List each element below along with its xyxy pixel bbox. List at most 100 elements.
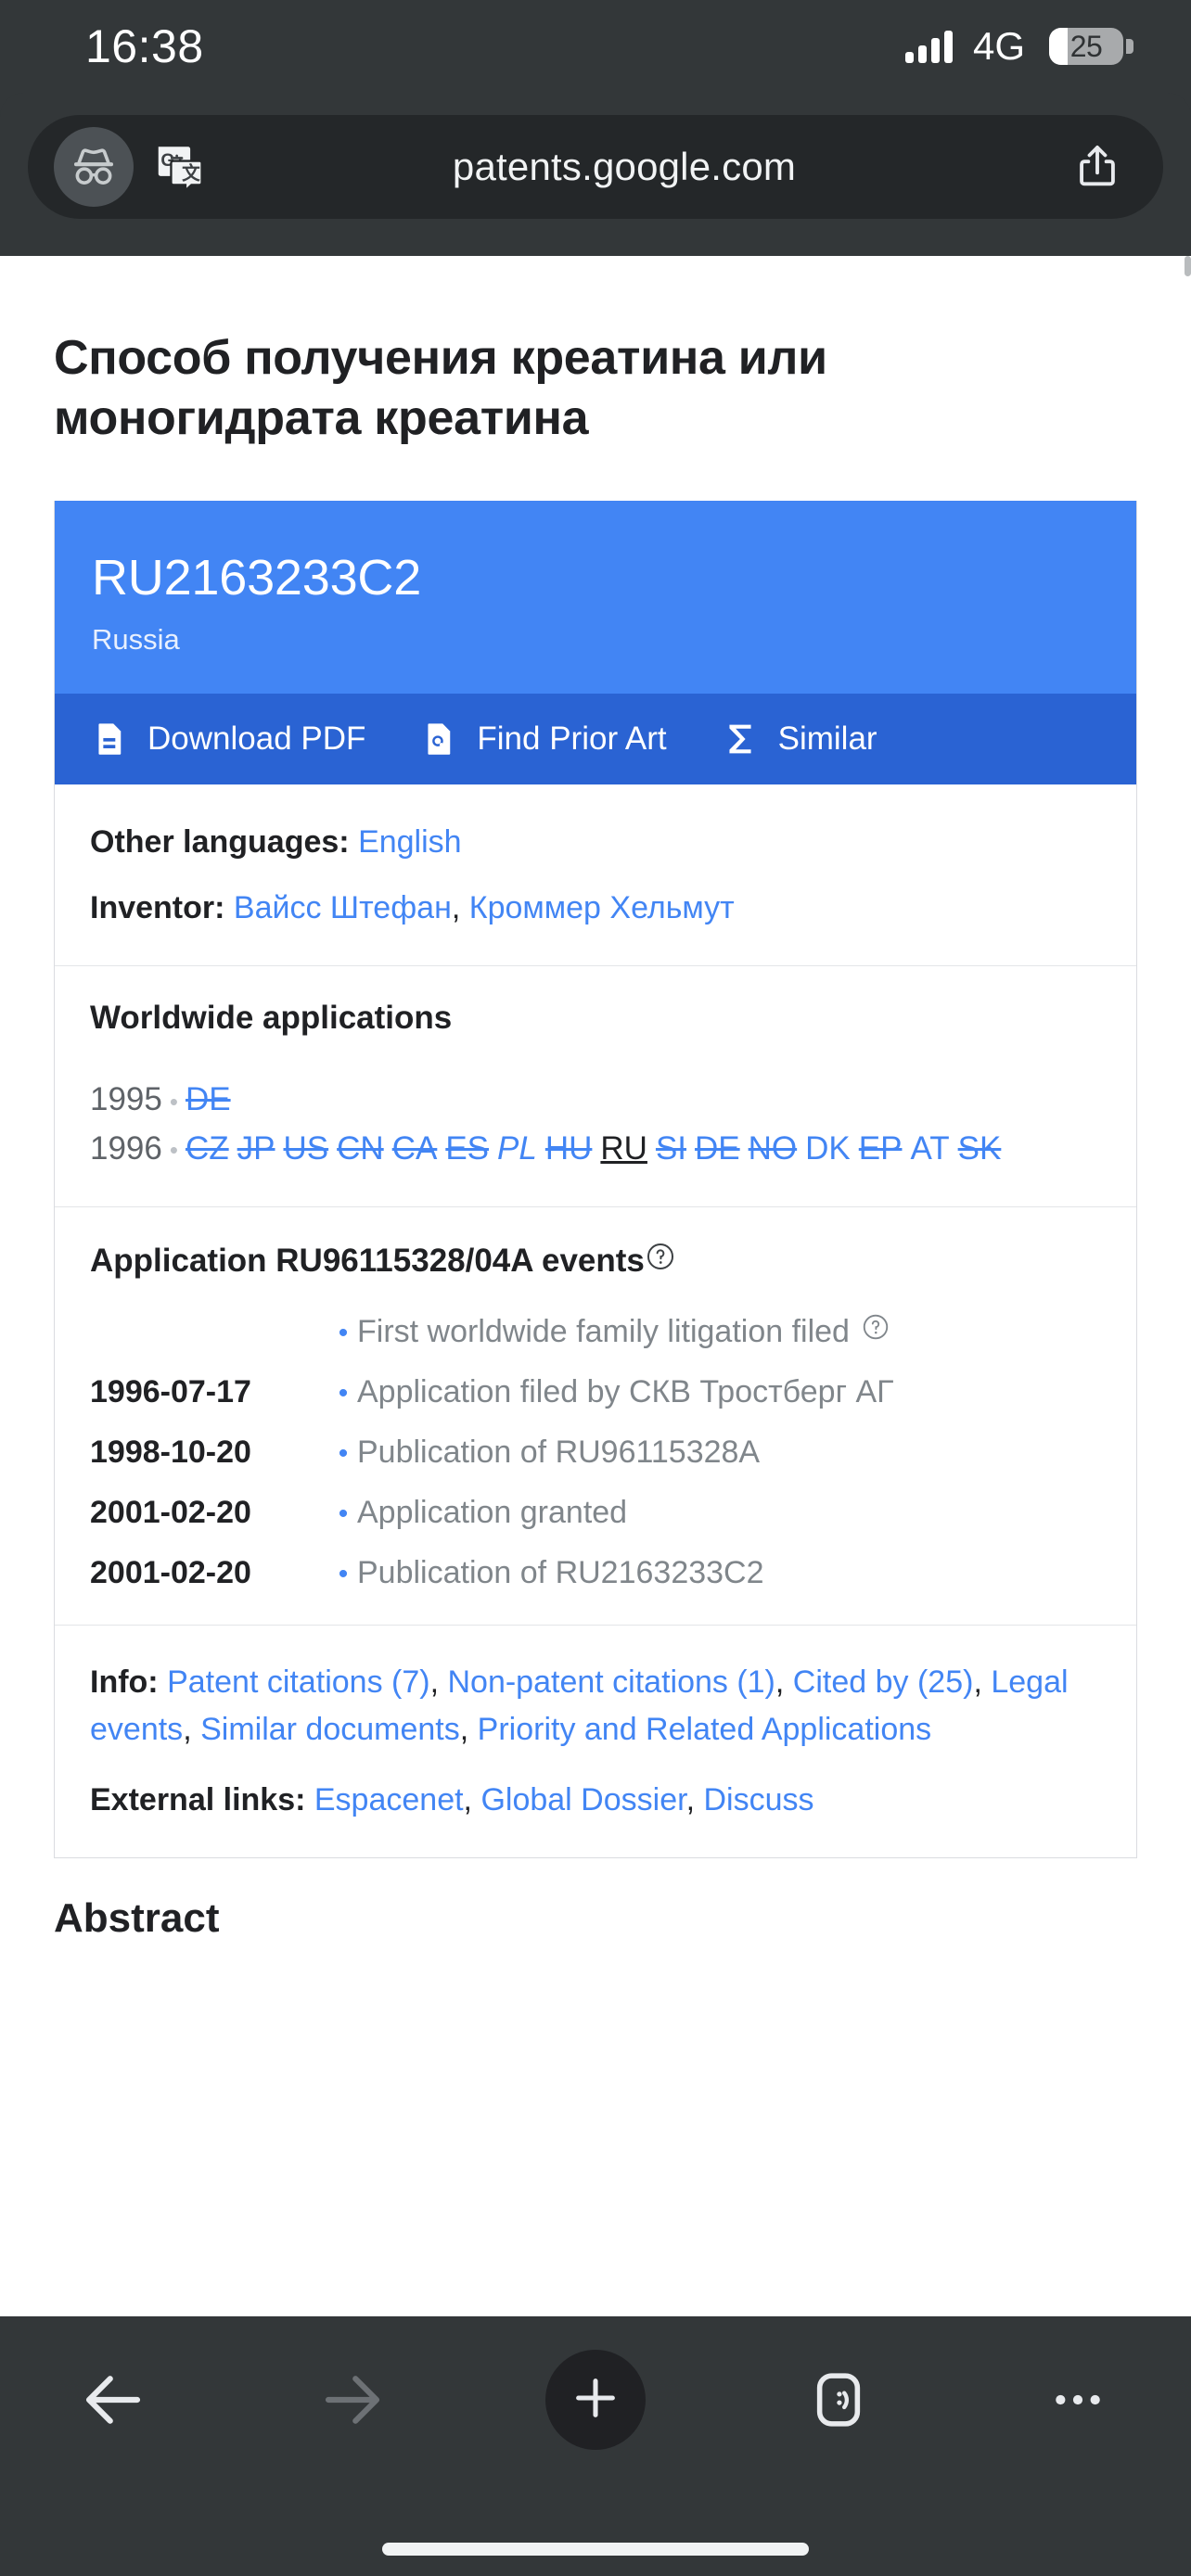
incognito-icon[interactable] bbox=[54, 127, 134, 207]
event-text: Application filed by СКВ Тростберг АГ bbox=[357, 1374, 894, 1410]
application-events-section: Application RU96115328/04A events •First… bbox=[55, 1207, 1136, 1626]
application-event-row: •First worldwide family litigation filed bbox=[90, 1312, 1101, 1350]
back-arrow-icon[interactable] bbox=[67, 2353, 160, 2446]
status-bar-indicators: 4G 25 bbox=[905, 24, 1133, 69]
info-link[interactable]: Similar documents bbox=[200, 1712, 460, 1747]
forward-arrow-icon[interactable] bbox=[306, 2353, 399, 2446]
worldwide-country-de[interactable]: DE bbox=[186, 1081, 231, 1117]
patent-summary-card: RU2163233C2 Russia Download PDF bbox=[54, 501, 1137, 1858]
worldwide-country-ca[interactable]: CA bbox=[392, 1130, 438, 1167]
sigma-similar-icon bbox=[719, 718, 762, 760]
worldwide-country-no[interactable]: NO bbox=[749, 1130, 798, 1167]
web-page-content: Способ получения креатина или моногидрат… bbox=[0, 256, 1191, 2316]
battery-icon: 25 bbox=[1049, 28, 1133, 65]
more-options-icon[interactable] bbox=[1031, 2353, 1124, 2446]
external-link[interactable]: Discuss bbox=[703, 1782, 813, 1817]
event-date: 2001-02-20 bbox=[90, 1495, 329, 1531]
inventor-separator: , bbox=[452, 890, 469, 925]
application-event-row: 2001-02-20•Publication of RU2163233C2 bbox=[90, 1555, 1101, 1591]
help-circle-icon[interactable] bbox=[861, 1312, 890, 1346]
event-text: Publication of RU2163233C2 bbox=[357, 1555, 764, 1591]
worldwide-year: 1995 bbox=[90, 1081, 162, 1117]
browser-bottom-bar bbox=[0, 2316, 1191, 2576]
info-section: Info: Patent citations (7), Non-patent c… bbox=[55, 1626, 1136, 1857]
worldwide-year-dot: • bbox=[170, 1088, 178, 1116]
info-row: Info: Patent citations (7), Non-patent c… bbox=[90, 1659, 1101, 1753]
external-link[interactable]: Global Dossier bbox=[480, 1782, 685, 1817]
info-link[interactable]: Patent citations (7) bbox=[167, 1664, 429, 1700]
event-bullet: • bbox=[329, 1318, 357, 1349]
scrollbar-thumb[interactable] bbox=[1185, 256, 1191, 276]
worldwide-country-at[interactable]: AT bbox=[910, 1130, 949, 1167]
external-links: Espacenet, Global Dossier, Discuss bbox=[314, 1782, 814, 1817]
home-indicator bbox=[382, 2543, 809, 2556]
worldwide-country-de[interactable]: DE bbox=[695, 1130, 740, 1167]
external-links-label: External links: bbox=[90, 1782, 305, 1817]
find-prior-art-label: Find Prior Art bbox=[477, 721, 666, 758]
other-languages-label: Other languages: bbox=[90, 824, 350, 860]
worldwide-country-hu[interactable]: HU bbox=[545, 1130, 593, 1167]
application-event-row: 1998-10-20•Publication of RU96115328A bbox=[90, 1435, 1101, 1471]
worldwide-country-cn[interactable]: CN bbox=[337, 1130, 384, 1167]
card-header: RU2163233C2 Russia bbox=[55, 501, 1136, 694]
browser-top-bar: G 文 patents.google.com bbox=[0, 93, 1191, 260]
card-action-bar: Download PDF Find Prior Art bbox=[55, 694, 1136, 784]
application-event-row: 2001-02-20•Application granted bbox=[90, 1495, 1101, 1531]
event-date: 1996-07-17 bbox=[90, 1374, 329, 1410]
worldwide-country-ru[interactable]: RU bbox=[600, 1130, 647, 1167]
worldwide-applications-heading: Worldwide applications bbox=[90, 1000, 1101, 1037]
application-events-heading-text: Application RU96115328/04A events bbox=[90, 1243, 645, 1280]
worldwide-country-us[interactable]: US bbox=[284, 1130, 329, 1167]
find-prior-art-button[interactable]: Find Prior Art bbox=[417, 718, 666, 760]
worldwide-year-dot: • bbox=[170, 1136, 178, 1164]
pdf-document-icon bbox=[88, 718, 131, 760]
publication-country: Russia bbox=[92, 623, 1099, 657]
inventor-link-2[interactable]: Кроммер Хельмут bbox=[469, 890, 735, 925]
battery-percent-label: 25 bbox=[1070, 30, 1103, 64]
info-link[interactable]: Cited by (25) bbox=[793, 1664, 974, 1700]
worldwide-country-pl[interactable]: PL bbox=[497, 1130, 537, 1167]
share-icon[interactable] bbox=[1063, 133, 1132, 201]
url-text[interactable]: patents.google.com bbox=[186, 145, 1063, 189]
download-pdf-label: Download PDF bbox=[147, 721, 365, 758]
worldwide-country-jp[interactable]: JP bbox=[237, 1130, 275, 1167]
similar-button[interactable]: Similar bbox=[719, 718, 877, 760]
status-bar: 16:38 4G 25 bbox=[0, 0, 1191, 93]
worldwide-country-dk[interactable]: DK bbox=[805, 1130, 851, 1167]
event-text: Publication of RU96115328A bbox=[357, 1435, 760, 1471]
worldwide-country-sk[interactable]: SK bbox=[958, 1130, 1002, 1167]
other-languages-row: Other languages: English bbox=[90, 818, 1101, 867]
event-text: Application granted bbox=[357, 1495, 627, 1531]
inventor-row: Inventor: Вайсс Штефан, Кроммер Хельмут bbox=[90, 884, 1101, 933]
publication-number: RU2163233C2 bbox=[92, 549, 1099, 606]
plus-icon bbox=[569, 2371, 622, 2429]
event-date: 1998-10-20 bbox=[90, 1435, 329, 1471]
event-date: 2001-02-20 bbox=[90, 1555, 329, 1591]
similar-label: Similar bbox=[778, 721, 877, 758]
application-events-list: •First worldwide family litigation filed… bbox=[90, 1312, 1101, 1591]
phone-screen: 16:38 4G 25 bbox=[0, 0, 1191, 2576]
event-bullet: • bbox=[329, 1438, 357, 1470]
event-text: First worldwide family litigation filed bbox=[357, 1314, 850, 1350]
download-pdf-button[interactable]: Download PDF bbox=[88, 718, 365, 760]
info-link[interactable]: Non-patent citations (1) bbox=[447, 1664, 775, 1700]
external-link[interactable]: Espacenet bbox=[314, 1782, 464, 1817]
new-tab-button[interactable] bbox=[545, 2350, 646, 2450]
worldwide-year: 1996 bbox=[90, 1130, 162, 1167]
incognito-tab-switcher-icon[interactable] bbox=[792, 2353, 885, 2446]
inventor-link-1[interactable]: Вайсс Штефан bbox=[234, 890, 452, 925]
signal-bars-icon bbox=[905, 30, 953, 63]
help-circle-icon[interactable] bbox=[645, 1241, 676, 1281]
worldwide-applications-section: Worldwide applications 1995 • DE 1996 • CZJP… bbox=[55, 966, 1136, 1207]
other-languages-link[interactable]: English bbox=[358, 824, 462, 860]
event-bullet: • bbox=[329, 1559, 357, 1590]
info-link[interactable]: Priority and Related Applications bbox=[478, 1712, 932, 1747]
worldwide-country-cz[interactable]: CZ bbox=[186, 1130, 229, 1167]
info-label: Info: bbox=[90, 1664, 159, 1700]
address-bar[interactable]: G 文 patents.google.com bbox=[28, 115, 1163, 219]
worldwide-country-ep[interactable]: EP bbox=[859, 1130, 903, 1167]
event-bullet: • bbox=[329, 1378, 357, 1409]
worldwide-country-si[interactable]: SI bbox=[656, 1130, 686, 1167]
worldwide-country-es[interactable]: ES bbox=[445, 1130, 489, 1167]
external-links-row: External links: Espacenet, Global Dossie… bbox=[90, 1777, 1101, 1824]
